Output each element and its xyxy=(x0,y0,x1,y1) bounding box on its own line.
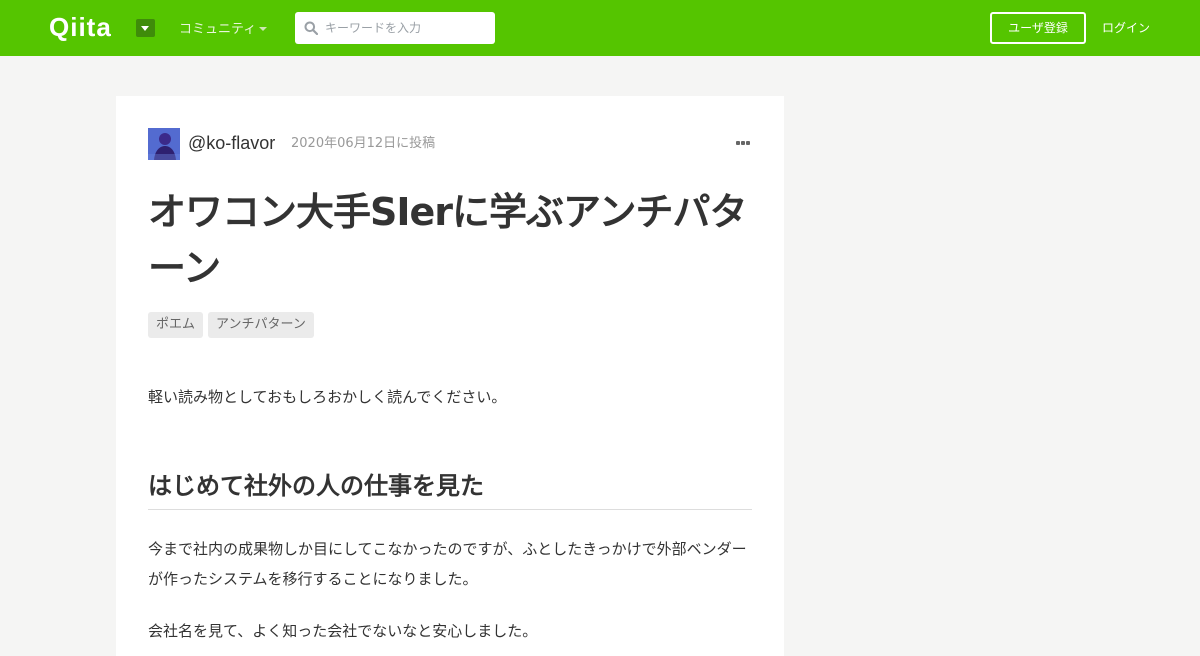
tag-antipattern[interactable]: アンチパターン xyxy=(208,312,314,338)
search-input[interactable] xyxy=(325,12,489,44)
intro-paragraph: 軽い読み物としておもしろおかしく読んでください。 xyxy=(148,388,507,406)
tag-list: ポエム アンチパターン xyxy=(148,312,319,338)
community-caret-icon xyxy=(259,27,267,31)
community-menu[interactable]: コミュニティ xyxy=(179,20,256,40)
signup-button[interactable]: ユーザ登録 xyxy=(990,12,1086,44)
global-header: Qiita コミュニティ ユーザ登録 ログイン xyxy=(0,0,1200,56)
author-avatar[interactable] xyxy=(148,128,180,160)
article-title: オワコン大手SIerに学ぶアンチパターン xyxy=(148,190,748,290)
qiita-logo[interactable]: Qiita xyxy=(49,11,112,43)
body-paragraph-next: 会社名を見て、よく知った会社でないなと安心しました。 xyxy=(148,622,538,640)
article-card: @ko-flavor 2020年06月12日に投稿 オワコン大手SIerに学ぶア… xyxy=(116,96,784,656)
login-link[interactable]: ログイン xyxy=(1102,20,1150,36)
tag-poem[interactable]: ポエム xyxy=(148,312,204,338)
search-icon xyxy=(304,21,318,35)
body-paragraph: 今まで社内の成果物しか目にしてこなかったのですが、ふとしたきっかけで外部ベンダー… xyxy=(148,540,747,588)
author-name[interactable]: @ko-flavor xyxy=(188,132,275,154)
more-horizontal-icon[interactable] xyxy=(736,141,752,147)
post-date: 2020年06月12日に投稿 xyxy=(291,136,436,151)
logo-menu-button[interactable] xyxy=(136,19,155,37)
search-box xyxy=(295,12,495,44)
section-heading: はじめて社外の人の仕事を見た xyxy=(148,468,752,510)
